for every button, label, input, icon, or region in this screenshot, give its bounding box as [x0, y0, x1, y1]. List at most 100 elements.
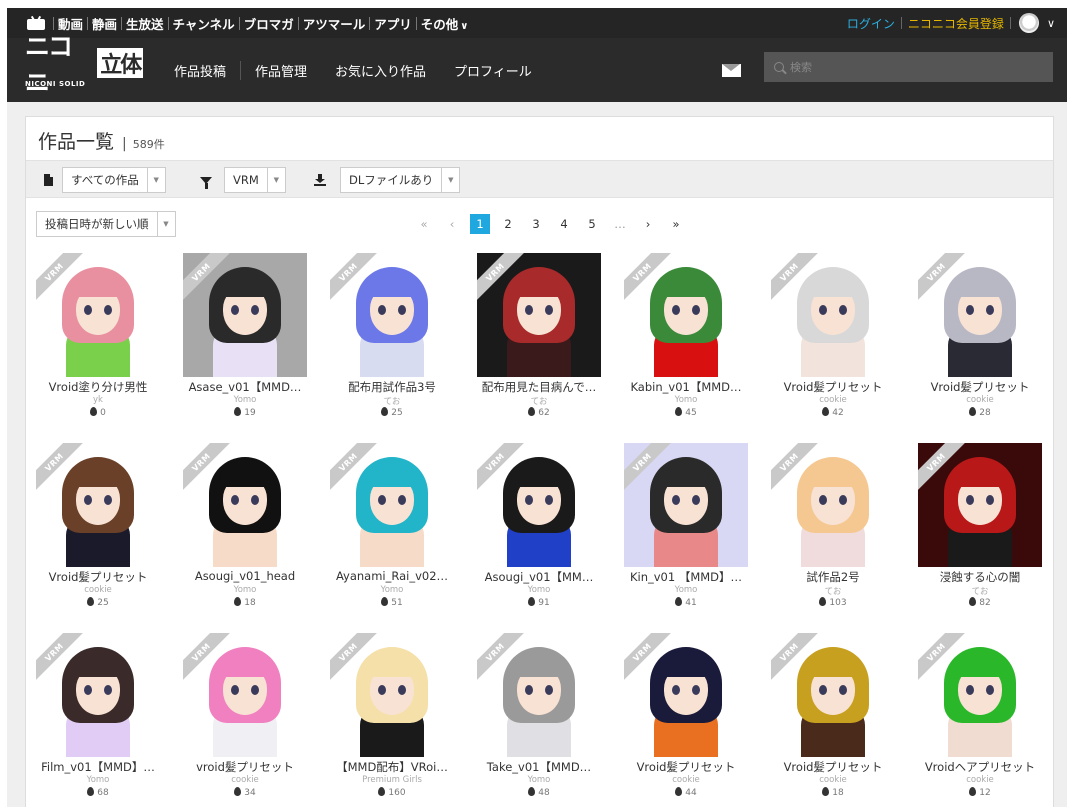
download-select[interactable]: DLファイルあり ▼: [340, 167, 461, 193]
work-title[interactable]: Asougi_v01_head: [177, 569, 313, 583]
work-author[interactable]: Yomo: [183, 395, 307, 405]
work-card[interactable]: VRM Vroid髪プリセット cookie 18: [771, 633, 895, 807]
work-title[interactable]: 配布用試作品3号: [324, 379, 460, 395]
work-title[interactable]: Take_v01【MMD…: [471, 759, 607, 775]
work-author[interactable]: Yomo: [477, 775, 601, 785]
mail-icon[interactable]: [722, 64, 741, 77]
work-title[interactable]: Kin_v01 【MMD】…: [618, 569, 754, 585]
work-thumbnail[interactable]: VRM: [183, 443, 307, 567]
work-title[interactable]: Vroid髪プリセット: [765, 759, 901, 775]
work-thumbnail[interactable]: VRM: [36, 253, 160, 377]
work-card[interactable]: VRM Kabin_v01【MMD… Yomo 45: [624, 253, 748, 428]
pager-page-2[interactable]: 2: [498, 214, 518, 234]
search-box[interactable]: [764, 52, 1053, 82]
work-title[interactable]: Ayanami_Rai_v02…: [324, 569, 460, 583]
user-avatar-icon[interactable]: [1018, 13, 1039, 33]
work-card[interactable]: VRM Vroid髪プリセット cookie 42: [771, 253, 895, 428]
pager-next-button[interactable]: ›: [638, 214, 658, 234]
work-author[interactable]: Yomo: [624, 585, 748, 595]
pager-page-1[interactable]: 1: [470, 214, 490, 234]
work-thumbnail[interactable]: VRM: [624, 253, 748, 377]
format-select[interactable]: VRM ▼: [224, 167, 286, 193]
pager-page-5[interactable]: 5: [582, 214, 602, 234]
work-thumbnail[interactable]: VRM: [918, 253, 1042, 377]
work-card[interactable]: VRM Take_v01【MMD… Yomo 48: [477, 633, 601, 807]
pager-last-button[interactable]: »: [666, 214, 686, 234]
work-thumbnail[interactable]: VRM: [624, 633, 748, 757]
global-nav-more[interactable]: その他 ∨: [417, 14, 473, 33]
work-title[interactable]: Vroid髪プリセット: [618, 759, 754, 775]
work-title[interactable]: Asougi_v01【MM…: [471, 569, 607, 585]
work-title[interactable]: 試作品2号: [765, 569, 901, 585]
work-card[interactable]: VRM Film_v01【MMD】… Yomo 68: [36, 633, 160, 807]
nav-manage-works[interactable]: 作品管理: [241, 61, 321, 80]
work-thumbnail[interactable]: VRM: [330, 253, 454, 377]
work-card[interactable]: VRM Asougi_v01【MM… Yomo 91: [477, 443, 601, 618]
work-title[interactable]: 【MMD配布】VRoi…: [324, 759, 460, 775]
work-card[interactable]: VRM Vroid塗り分け男性 yk 0: [36, 253, 160, 428]
work-thumbnail[interactable]: VRM: [918, 443, 1042, 567]
work-thumbnail[interactable]: VRM: [771, 443, 895, 567]
global-nav-blomaga[interactable]: ブロマガ: [240, 14, 298, 33]
work-thumbnail[interactable]: VRM: [183, 633, 307, 757]
work-author[interactable]: てお: [771, 585, 895, 597]
work-thumbnail[interactable]: VRM: [771, 633, 895, 757]
work-author[interactable]: cookie: [624, 775, 748, 785]
work-thumbnail[interactable]: VRM: [36, 633, 160, 757]
work-title[interactable]: Vroid髪プリセット: [765, 379, 901, 395]
work-thumbnail[interactable]: VRM: [330, 443, 454, 567]
work-author[interactable]: Yomo: [330, 585, 454, 595]
work-card[interactable]: VRM 配布用見た目病んで… てお 62: [477, 253, 601, 428]
nav-favorites[interactable]: お気に入り作品: [321, 61, 440, 80]
work-title[interactable]: Vroid塗り分け男性: [30, 379, 166, 395]
work-author[interactable]: てお: [477, 395, 601, 407]
work-thumbnail[interactable]: VRM: [36, 443, 160, 567]
global-nav-app[interactable]: アプリ: [370, 14, 416, 33]
work-author[interactable]: cookie: [183, 775, 307, 785]
work-author[interactable]: cookie: [36, 585, 160, 595]
work-author[interactable]: Yomo: [183, 585, 307, 595]
global-nav-channel[interactable]: チャンネル: [169, 14, 239, 33]
work-title[interactable]: Asase_v01【MMD…: [177, 379, 313, 395]
work-card[interactable]: VRM Vroid髪プリセット cookie 44: [624, 633, 748, 807]
work-thumbnail[interactable]: VRM: [477, 633, 601, 757]
work-card[interactable]: VRM Kin_v01 【MMD】… Yomo 41: [624, 443, 748, 618]
work-card[interactable]: VRM Ayanami_Rai_v02… Yomo 51: [330, 443, 454, 618]
pager-page-3[interactable]: 3: [526, 214, 546, 234]
work-author[interactable]: Yomo: [624, 395, 748, 405]
work-card[interactable]: VRM Asougi_v01_head Yomo 18: [183, 443, 307, 618]
nav-post-work[interactable]: 作品投稿: [160, 60, 242, 80]
login-link[interactable]: ログイン: [847, 15, 895, 32]
work-card[interactable]: VRM Asase_v01【MMD… Yomo 19: [183, 253, 307, 428]
work-title[interactable]: 浸蝕する心の闇: [912, 569, 1048, 585]
work-author[interactable]: cookie: [771, 775, 895, 785]
pager-page-4[interactable]: 4: [554, 214, 574, 234]
work-thumbnail[interactable]: VRM: [183, 253, 307, 377]
sort-select[interactable]: 投稿日時が新しい順 ▼: [36, 211, 176, 237]
work-title[interactable]: Film_v01【MMD】…: [30, 759, 166, 775]
work-title[interactable]: vroid髪プリセット: [177, 759, 313, 775]
work-title[interactable]: 配布用見た目病んで…: [471, 379, 607, 395]
niconi-solid-logo[interactable]: ニコニ 立体 NICONI SOLID: [25, 32, 143, 97]
work-card[interactable]: VRM 【MMD配布】VRoi… Premium Girls 160: [330, 633, 454, 807]
work-author[interactable]: Yomo: [36, 775, 160, 785]
work-author[interactable]: cookie: [918, 395, 1042, 405]
work-thumbnail[interactable]: VRM: [477, 253, 601, 377]
pager-first-button[interactable]: «: [414, 214, 434, 234]
work-author[interactable]: yk: [36, 395, 160, 405]
work-card[interactable]: VRM 試作品2号 てお 103: [771, 443, 895, 618]
work-thumbnail[interactable]: VRM: [624, 443, 748, 567]
chevron-down-icon[interactable]: ∨: [1047, 17, 1055, 30]
work-author[interactable]: てお: [330, 395, 454, 407]
work-card[interactable]: VRM Vroid髪プリセット cookie 25: [36, 443, 160, 618]
work-author[interactable]: てお: [918, 585, 1042, 597]
work-card[interactable]: VRM vroid髪プリセット cookie 34: [183, 633, 307, 807]
global-nav-atsumaru[interactable]: アツマール: [299, 14, 370, 33]
work-card[interactable]: VRM Vroid髪プリセット cookie 28: [918, 253, 1042, 428]
work-thumbnail[interactable]: VRM: [771, 253, 895, 377]
nav-profile[interactable]: プロフィール: [440, 61, 546, 80]
work-title[interactable]: Kabin_v01【MMD…: [618, 379, 754, 395]
work-author[interactable]: cookie: [771, 395, 895, 405]
work-author[interactable]: Yomo: [477, 585, 601, 595]
work-thumbnail[interactable]: VRM: [918, 633, 1042, 757]
